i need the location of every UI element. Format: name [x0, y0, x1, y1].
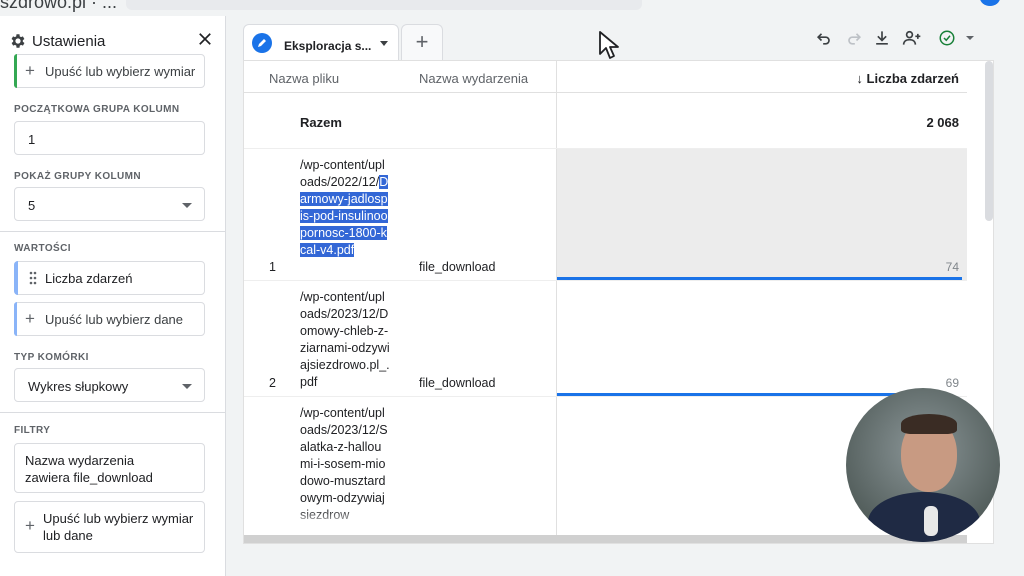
drop-filter-line-2: lub dane — [43, 528, 93, 543]
status-menu-button[interactable] — [932, 26, 982, 50]
column-divider — [556, 93, 557, 148]
profile-avatar[interactable] — [980, 0, 1000, 6]
col-header-event[interactable]: Nazwa wydarzenia — [419, 71, 528, 86]
drop-data-label: Upuść lub wybierz dane — [45, 312, 184, 327]
chevron-down-icon — [966, 36, 974, 40]
event-count-value: 74 — [945, 260, 959, 274]
count-bar — [557, 277, 963, 280]
cell-type-value: Wykres słupkowy — [28, 379, 129, 394]
drag-handle-icon[interactable] — [29, 271, 37, 285]
gear-icon — [11, 34, 25, 48]
chip-accent-bar — [14, 261, 18, 295]
event-name-cell: file_download — [419, 376, 496, 390]
file-name-cell[interactable]: /wp-content/uploads/2023/12/Salatka-z-ha… — [300, 405, 390, 524]
address-bar[interactable] — [126, 0, 642, 10]
col-header-file[interactable]: Nazwa pliku — [269, 71, 339, 86]
section-divider — [0, 412, 226, 413]
column-divider — [556, 397, 557, 535]
undo-icon[interactable] — [814, 28, 834, 48]
start-group-value: 1 — [28, 132, 36, 147]
check-circle-icon — [939, 30, 955, 46]
filter-line-1: Nazwa wydarzenia — [25, 453, 135, 468]
redo-icon[interactable] — [844, 28, 864, 48]
show-groups-select[interactable]: 5 — [14, 187, 205, 221]
event-count-value: 69 — [945, 376, 959, 390]
file-name-cell[interactable]: /wp-content/uploads/2023/12/Domowy-chleb… — [300, 289, 390, 391]
filter-line-2: zawiera file_download — [25, 470, 153, 485]
microphone-icon — [924, 506, 938, 536]
value-chip-event-count[interactable]: Liczba zdarzeń — [14, 261, 205, 295]
drop-filter-slot[interactable]: + Upuść lub wybierz wymiar lub dane — [14, 501, 205, 553]
browser-domain: szdrowo.pl · ... — [0, 0, 118, 12]
event-name-cell: file_download — [419, 260, 496, 274]
toolbar — [814, 24, 994, 54]
cell-type-label: TYP KOMÓRKI — [14, 352, 89, 363]
table-header: Nazwa pliku Nazwa wydarzenia ↓ Liczba zd… — [244, 61, 967, 93]
total-label: Razem — [300, 115, 342, 130]
pencil-icon — [252, 33, 272, 53]
presenter-hair — [901, 414, 957, 434]
start-group-label: POCZĄTKOWA GRUPA KOLUMN — [14, 104, 180, 115]
bar-cell-background — [557, 149, 967, 280]
plus-icon: + — [25, 516, 35, 535]
drop-dimension-slot[interactable]: + Upuść lub wybierz wymiar — [14, 54, 205, 88]
show-groups-label: POKAŻ GRUPY KOLUMN — [14, 171, 142, 182]
browser-topbar: szdrowo.pl · ... — [0, 0, 1024, 14]
col-header-count[interactable]: ↓ Liczba zdarzeń — [856, 71, 959, 86]
chevron-down-icon[interactable] — [380, 41, 388, 46]
show-groups-value: 5 — [28, 198, 36, 213]
value-chip-label: Liczba zdarzeń — [45, 271, 133, 286]
horizontal-scrollbar[interactable] — [244, 535, 967, 543]
drop-dimension-label: Upuść lub wybierz wymiar — [45, 64, 196, 79]
text-fade — [300, 509, 390, 529]
row-index: 2 — [269, 376, 276, 390]
close-icon[interactable] — [196, 30, 214, 48]
column-divider — [556, 281, 557, 396]
drop-filter-line-1: Upuść lub wybierz wymiar — [43, 511, 194, 526]
cell-type-select[interactable]: Wykres słupkowy — [14, 368, 205, 402]
table-row-total: Razem 2 068 — [244, 93, 967, 149]
table-row[interactable]: 1 /wp-content/uploads/2022/12/Darmowy-ja… — [244, 149, 967, 281]
file-name-plain: /wp-content/uploads/2022/12/ — [300, 158, 385, 189]
filters-label: FILTRY — [14, 425, 51, 436]
settings-panel: Ustawienia + Upuść lub wybierz wymiar PO… — [0, 16, 226, 576]
column-divider — [556, 149, 557, 280]
filter-chip[interactable]: Nazwa wydarzenia zawiera file_download — [14, 443, 205, 493]
chevron-down-icon — [182, 203, 192, 208]
drop-data-slot[interactable]: + Upuść lub wybierz dane — [14, 302, 205, 336]
tab-label: Eksploracja s... — [284, 39, 372, 53]
file-name-cell[interactable]: /wp-content/uploads/2022/12/Darmowy-jadl… — [300, 157, 390, 259]
data-accent-bar — [14, 302, 17, 336]
download-icon[interactable] — [872, 28, 892, 48]
share-user-icon[interactable] — [900, 28, 924, 48]
chevron-down-icon — [182, 384, 192, 389]
table-row[interactable]: 2 /wp-content/uploads/2023/12/Domowy-chl… — [244, 281, 967, 397]
start-group-input[interactable]: 1 — [14, 121, 205, 155]
settings-title: Ustawienia — [32, 33, 106, 50]
plus-icon: + — [25, 61, 35, 80]
plus-icon: + — [25, 309, 35, 328]
add-tab-button[interactable]: + — [401, 24, 443, 60]
mouse-pointer-icon — [599, 31, 619, 59]
dimension-accent-bar — [14, 54, 17, 88]
tab-exploration[interactable]: Eksploracja s... — [243, 24, 399, 60]
count-bar — [557, 393, 935, 396]
section-divider — [0, 231, 226, 232]
column-divider — [556, 61, 557, 93]
values-label: WARTOŚCI — [14, 243, 71, 254]
vertical-scrollbar[interactable] — [985, 61, 993, 221]
total-value: 2 068 — [926, 115, 959, 130]
webcam-overlay — [846, 388, 1000, 542]
row-index: 1 — [269, 260, 276, 274]
